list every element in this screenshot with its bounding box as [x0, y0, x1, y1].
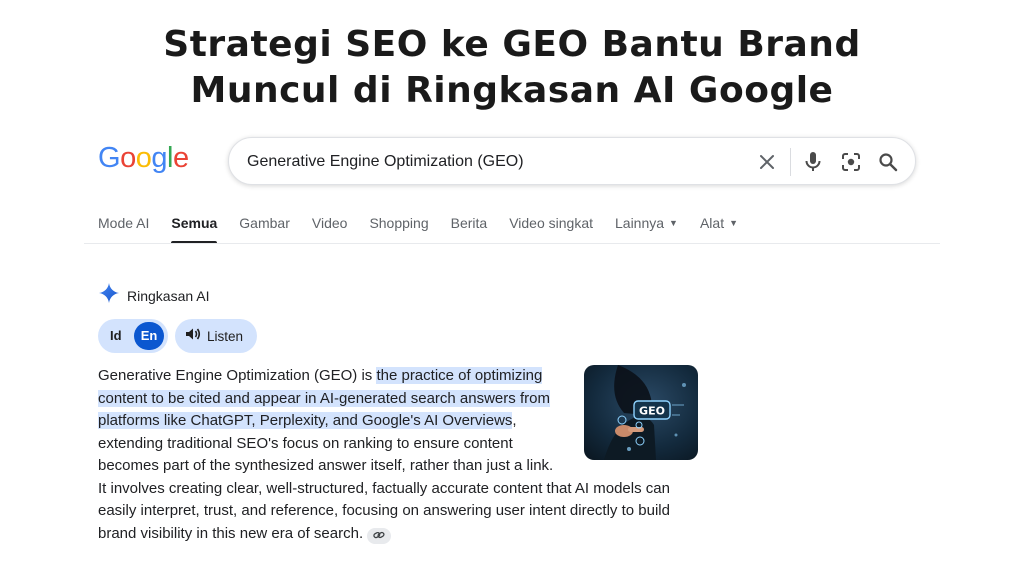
lens-icon[interactable] [839, 150, 863, 174]
caret-down-icon: ▼ [669, 218, 678, 228]
search-input[interactable] [247, 151, 727, 173]
mic-icon[interactable] [801, 150, 825, 174]
ai-overview-title: Ringkasan AI [127, 287, 210, 304]
tab-label: Mode AI [98, 215, 150, 231]
listen-button[interactable]: Listen [175, 319, 257, 353]
language-toggle[interactable]: Id En [98, 319, 168, 353]
citation-link-button[interactable] [367, 527, 392, 544]
search-box[interactable] [228, 137, 916, 185]
link-icon [373, 527, 385, 544]
lang-en-option[interactable]: En [134, 322, 164, 350]
listen-label: Listen [207, 328, 244, 344]
tab-label: Gambar [239, 215, 290, 231]
search-divider [790, 148, 791, 176]
geo-thumbnail-image[interactable]: GEO [584, 365, 698, 460]
overview-text-intro: Generative Engine Optimization (GEO) is [98, 367, 377, 384]
ai-overview-header: Ringkasan AI [98, 282, 210, 309]
thumbnail-geo-text: GEO [639, 405, 665, 418]
tab-mode-ai[interactable]: Mode AI [98, 212, 149, 244]
tab-video[interactable]: Video [312, 212, 348, 244]
tab-shopping[interactable]: Shopping [369, 212, 428, 244]
tab-label: Alat [699, 215, 725, 231]
caret-down-icon: ▼ [729, 218, 739, 228]
search-tabs: Mode AI Semua Gambar Video Shopping Beri… [98, 212, 760, 244]
ai-overview-body: GEO Generative Engine Optimization (GEO)… [98, 365, 698, 545]
sparkle-icon [98, 282, 120, 309]
headline-line-1: Strategi SEO ke GEO Bantu Brand [163, 24, 861, 65]
search-icon[interactable] [876, 150, 900, 174]
tab-label: Video [311, 215, 348, 231]
tab-lainnya[interactable]: Lainnya ▼ [615, 212, 678, 244]
page-headline: Strategi SEO ke GEO Bantu Brand Muncul d… [0, 22, 1024, 114]
tab-label: Shopping [369, 215, 429, 231]
speaker-icon [185, 327, 201, 346]
tab-alat[interactable]: Alat ▼ [700, 212, 738, 244]
lang-id-option[interactable]: Id [110, 328, 122, 343]
close-icon[interactable] [755, 150, 779, 174]
tab-gambar[interactable]: Gambar [239, 212, 290, 244]
tabs-divider [84, 243, 940, 244]
headline-line-2: Muncul di Ringkasan AI Google [190, 70, 834, 111]
google-logo[interactable]: Google [98, 142, 189, 175]
tab-label: Semua [171, 215, 218, 231]
tab-label: Video singkat [509, 215, 593, 231]
tab-berita[interactable]: Berita [451, 212, 488, 244]
tab-video-singkat[interactable]: Video singkat [509, 212, 593, 244]
tab-semua[interactable]: Semua [171, 212, 217, 244]
tab-label: Lainnya [615, 215, 665, 231]
tab-label: Berita [450, 215, 488, 231]
